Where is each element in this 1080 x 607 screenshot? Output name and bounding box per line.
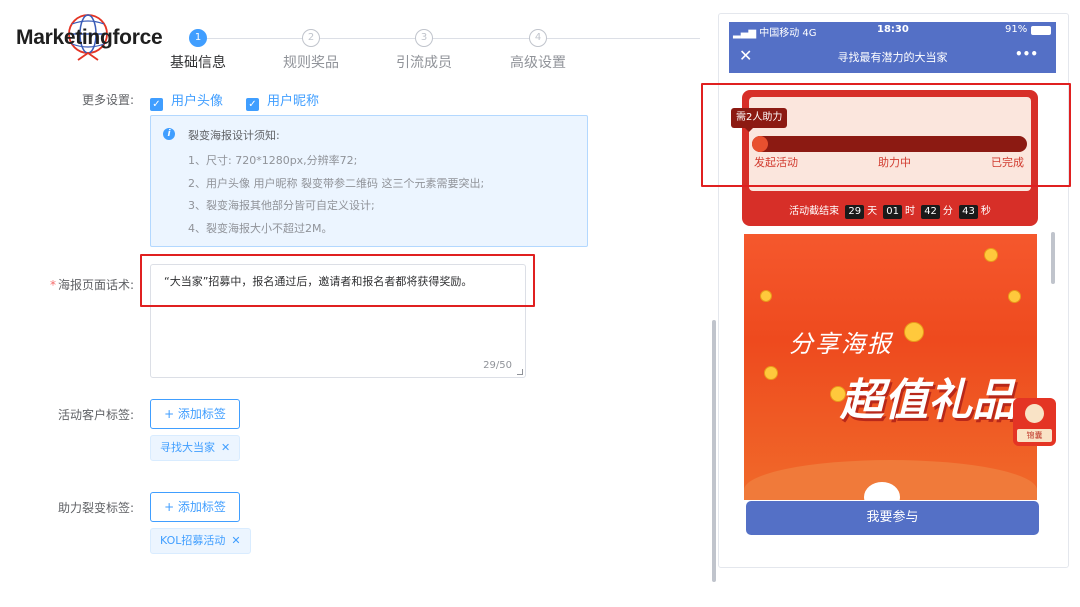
step-number: 4 [529, 29, 547, 47]
countdown-seconds: 43 [959, 205, 978, 219]
battery-icon [1031, 26, 1051, 35]
carrier-text: 中国移动 4G [759, 28, 817, 39]
countdown: 活动截结束 29 天 01 时 42 分 43 秒 [742, 202, 1038, 222]
countdown-minutes: 42 [921, 205, 940, 219]
poster-headline: 超值礼品 [840, 375, 1016, 426]
status-time: 18:30 [877, 24, 909, 35]
share-poster-image: 分享海报 超值礼品 [744, 234, 1037, 500]
minutes-unit: 分 [942, 206, 953, 217]
poster-text-label-text: 海报页面话术: [57, 278, 134, 292]
assist-tag: KOL招募活动 ✕ [150, 528, 251, 554]
poster-text-label: * 海报页面话术: [14, 276, 134, 293]
add-customer-tag-button[interactable]: + 添加标签 [150, 399, 240, 429]
step-traffic-members[interactable]: 3 引流成员 [364, 29, 484, 77]
notice-line: 3、裂变海报其他部分皆可自定义设计; [188, 199, 375, 212]
highlight-box-progress [701, 83, 1071, 187]
avatar-checkbox[interactable]: ✓ 用户头像 [150, 90, 223, 111]
countdown-days: 29 [845, 205, 865, 219]
signal-icon: ▂▄▆ [733, 28, 760, 39]
phone-status-bar: ▂▄▆ 中国移动 4G 18:30 91% [729, 22, 1056, 39]
checkbox-label: 用户头像 [171, 94, 224, 109]
join-button[interactable]: 我要参与 [746, 501, 1039, 535]
step-rules-prizes[interactable]: 2 规则奖品 [251, 29, 371, 77]
float-label: 锦囊 [1017, 429, 1052, 442]
hours-unit: 时 [905, 206, 915, 217]
battery-text: 91% [1005, 24, 1028, 35]
char-count: 29/50 [483, 360, 512, 371]
notice-title: 裂变海报设计须知: [188, 129, 280, 142]
step-label: 基础信息 [170, 55, 226, 71]
resize-handle-icon[interactable] [517, 369, 523, 375]
coin-decoration [904, 322, 924, 342]
highlight-box-poster-text [140, 254, 535, 307]
step-basic-info[interactable]: 1 基础信息 [138, 29, 258, 77]
days-unit: 天 [867, 206, 878, 217]
countdown-prefix: 活动截结束 [789, 206, 840, 217]
phone-title: 寻找最有潜力的大当家 [837, 51, 948, 64]
step-label: 高级设置 [510, 55, 566, 71]
step-label: 规则奖品 [283, 55, 339, 71]
assist-tags-label: 助力裂变标签: [57, 501, 134, 515]
required-mark: * [49, 278, 56, 292]
more-icon[interactable]: ••• [1015, 47, 1038, 61]
more-settings-label: 更多设置: [81, 93, 134, 107]
notice-line: 4、裂变海报大小不超过2M。 [188, 222, 333, 235]
poster-subtitle: 分享海报 [789, 330, 893, 358]
poster-design-notice: i 裂变海报设计须知: 1、尺寸: 720*1280px,分辨率72; 2、用户… [150, 115, 588, 247]
nickname-checkbox[interactable]: ✓ 用户昵称 [246, 90, 319, 111]
step-number: 3 [415, 29, 433, 47]
add-assist-tag-button[interactable]: + 添加标签 [150, 492, 240, 522]
phone-nav-bar: ✕ 寻找最有潜力的大当家 ••• [729, 39, 1056, 73]
step-number: 1 [189, 29, 207, 47]
gift-bag-float-button[interactable]: 锦囊 [1013, 398, 1056, 446]
form-scrollbar[interactable] [712, 320, 716, 582]
coin-decoration [984, 248, 998, 262]
check-icon: ✓ [150, 98, 163, 111]
close-icon[interactable]: ✕ [221, 441, 230, 454]
carrier: ▂▄▆ 中国移动 4G [733, 24, 817, 39]
customer-tag: 寻找大当家 ✕ [150, 435, 241, 461]
close-icon[interactable]: ✕ [231, 534, 240, 547]
notice-line: 2、用户头像 用户昵称 裂变带参二维码 这三个元素需要突出; [188, 177, 485, 190]
check-icon: ✓ [246, 98, 259, 111]
step-advanced-settings[interactable]: 4 高级设置 [478, 29, 598, 77]
seconds-unit: 秒 [980, 206, 991, 217]
notice-line: 1、尺寸: 720*1280px,分辨率72; [188, 154, 358, 167]
poster-scrollbar[interactable] [1051, 232, 1055, 284]
customer-tags-label: 活动客户标签: [57, 408, 134, 422]
tag-text: 寻找大当家 [160, 441, 215, 454]
countdown-hours: 01 [883, 205, 902, 219]
step-label: 引流成员 [396, 55, 452, 71]
checkbox-label: 用户昵称 [267, 94, 320, 109]
tag-text: KOL招募活动 [160, 534, 226, 547]
gift-icon [1025, 404, 1044, 423]
coin-decoration [1008, 290, 1021, 303]
coin-decoration [764, 366, 778, 380]
step-number: 2 [302, 29, 320, 47]
info-icon: i [163, 128, 175, 140]
coin-decoration [760, 290, 772, 302]
